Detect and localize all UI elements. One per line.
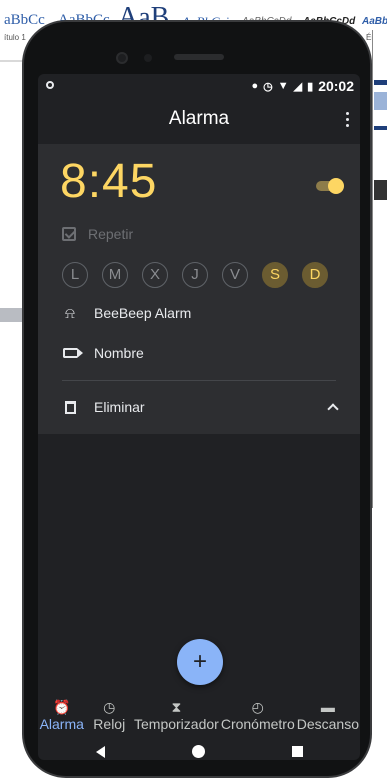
repeat-checkbox[interactable] [62, 227, 76, 241]
day-saturday[interactable]: S [262, 262, 288, 288]
front-camera [116, 52, 128, 64]
status-icons: ● ◷ ▼ ◢ ▮ 20:02 [252, 78, 355, 94]
nav-stopwatch[interactable]: ◴ Cronómetro [220, 698, 296, 744]
bottom-navigation: ⏰ Alarma ◷ Reloj ⧗ Temporizador ◴ Cronóm… [38, 698, 360, 744]
nav-label: Descanso [296, 716, 360, 732]
day-wednesday[interactable]: X [142, 262, 168, 288]
repeat-option[interactable]: Repetir [62, 226, 133, 242]
add-alarm-button[interactable]: + [177, 639, 223, 685]
nav-bedtime[interactable]: ▬ Descanso [296, 698, 360, 744]
day-friday[interactable]: V [222, 262, 248, 288]
chevron-up-icon[interactable] [326, 400, 340, 414]
back-icon[interactable] [96, 746, 105, 758]
battery-icon: ▮ [307, 80, 314, 93]
document-mark [374, 180, 387, 200]
style-caption: ítulo 1 [4, 33, 26, 42]
toggle-knob [328, 178, 344, 194]
nav-alarm[interactable]: ⏰ Alarma [38, 698, 86, 744]
divider [62, 380, 336, 381]
proximity-sensor [144, 54, 152, 62]
alarm-bell-icon: ⍾ [65, 304, 75, 322]
system-navigation-bar [38, 744, 360, 760]
alarm-status-icon: ◷ [263, 80, 273, 93]
style-sample: aBbCc [4, 12, 45, 28]
day-sunday[interactable]: D [302, 262, 328, 288]
location-icon: ● [251, 80, 259, 92]
document-mark [374, 80, 387, 85]
document-mark [374, 92, 387, 110]
nav-timer[interactable]: ⧗ Temporizador [133, 698, 220, 744]
page-title: Alarma [168, 108, 230, 129]
trash-icon [62, 399, 78, 415]
background-document-edge [372, 30, 387, 508]
nav-label: Reloj [93, 716, 126, 732]
recents-icon[interactable] [292, 746, 303, 757]
earpiece-speaker [174, 54, 224, 60]
day-thursday[interactable]: J [182, 262, 208, 288]
alarm-clock-icon: ⏰ [53, 699, 71, 715]
status-bar: ● ◷ ▼ ◢ ▮ 20:02 [38, 74, 360, 98]
nav-label: Temporizador [134, 716, 219, 732]
delete-label: Eliminar [94, 399, 145, 415]
home-icon[interactable] [192, 745, 205, 758]
weekday-selector: L M X J V S D [62, 262, 328, 288]
delete-alarm-button[interactable]: Eliminar [62, 399, 145, 415]
label-tag-icon [62, 345, 83, 361]
alarm-sound-label: BeeBeep Alarm [94, 305, 192, 321]
overflow-menu-icon[interactable] [340, 108, 354, 130]
style-sample: AaBb [362, 16, 387, 27]
wifi-icon: ▼ [277, 80, 289, 92]
alarm-card[interactable]: 8:45 Repetir L M X J V S D ⍾ BeeBeep Ala… [38, 144, 360, 434]
alarm-toggle[interactable] [314, 178, 344, 194]
alarm-sound-option[interactable]: ⍾ BeeBeep Alarm [62, 304, 192, 322]
notification-dot-icon [46, 81, 54, 89]
day-monday[interactable]: L [62, 262, 88, 288]
app-bar: Alarma [38, 98, 360, 142]
phone-frame: ● ◷ ▼ ◢ ▮ 20:02 Alarma 8:45 Repetir L M … [22, 20, 372, 778]
nav-label: Cronómetro [220, 716, 295, 732]
stopwatch-icon: ◴ [251, 699, 264, 715]
phone-screen: ● ◷ ▼ ◢ ▮ 20:02 Alarma 8:45 Repetir L M … [38, 74, 360, 760]
status-time: 20:02 [318, 78, 354, 94]
alarm-time[interactable]: 8:45 [60, 154, 157, 209]
hourglass-icon: ⧗ [171, 699, 182, 715]
clock-icon: ◷ [103, 699, 116, 715]
nav-label: Alarma [39, 716, 84, 732]
day-tuesday[interactable]: M [102, 262, 128, 288]
alarm-name-label: Nombre [94, 345, 144, 361]
document-mark [374, 126, 387, 130]
alarm-name-option[interactable]: Nombre [62, 345, 144, 361]
nav-clock[interactable]: ◷ Reloj [86, 698, 134, 744]
signal-icon: ◢ [293, 80, 303, 93]
bed-icon: ▬ [320, 699, 335, 715]
repeat-label: Repetir [88, 226, 134, 242]
